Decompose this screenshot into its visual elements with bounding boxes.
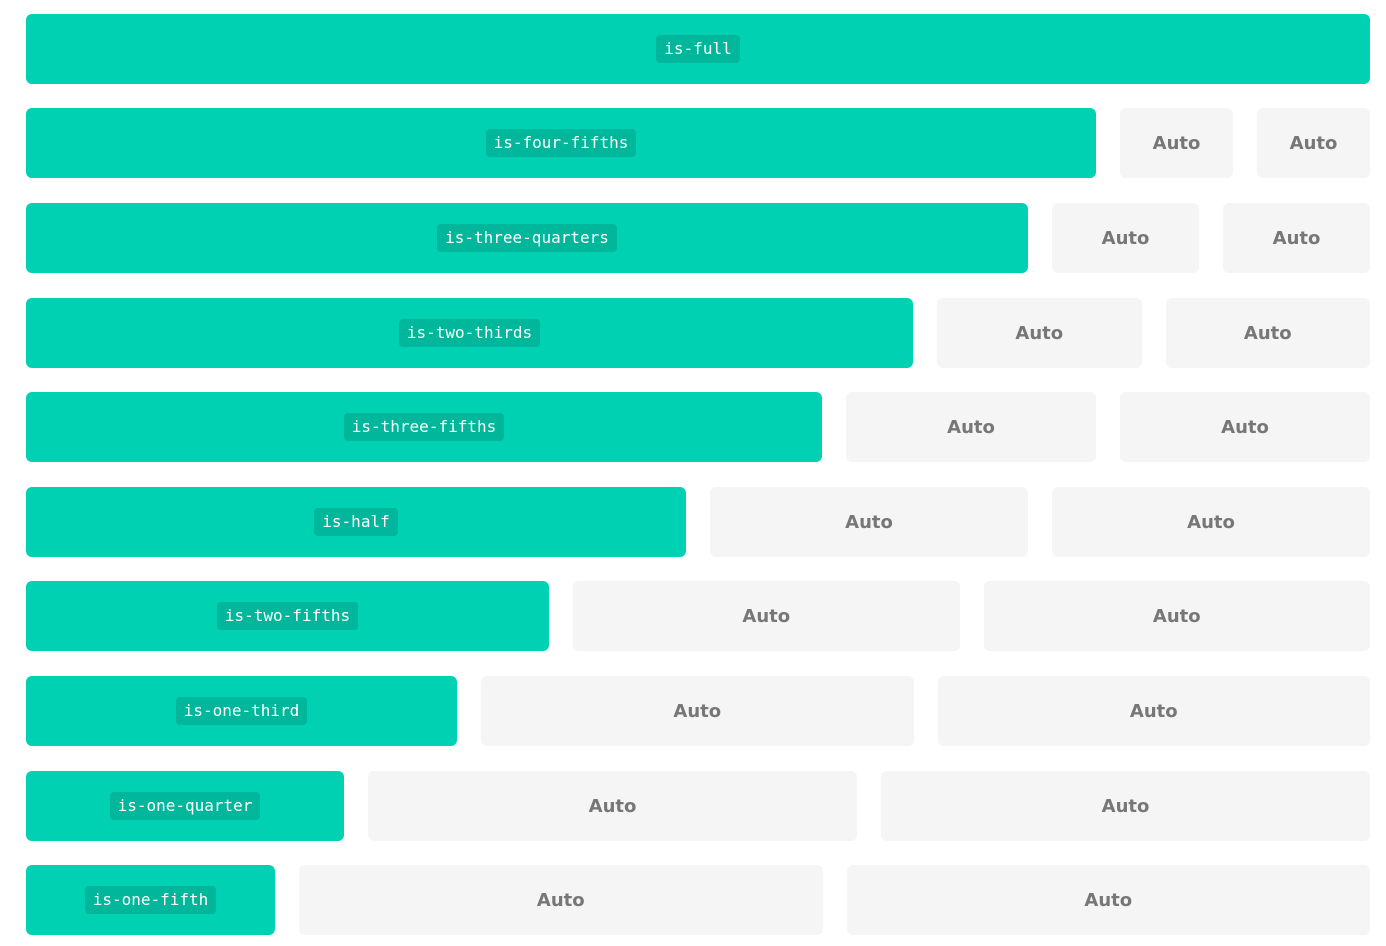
auto-label: Auto [1289, 132, 1338, 154]
columns-row-four-fifths: is-four-fifths Auto Auto [26, 108, 1370, 178]
column-class-label: is-four-fifths [485, 129, 637, 157]
columns-row-one-third: is-one-third Auto Auto [26, 676, 1370, 746]
column-class-label: is-two-fifths [216, 602, 359, 630]
columns-row-two-fifths: is-two-fifths Auto Auto [26, 581, 1370, 651]
column-auto: Auto [937, 676, 1370, 746]
column-is-one-fifth: is-one-fifth [26, 865, 275, 935]
auto-label: Auto [588, 795, 637, 817]
column-class-label: is-one-fifth [84, 886, 217, 914]
column-class-label: is-full [656, 35, 740, 63]
auto-label: Auto [947, 416, 995, 438]
column-class-label: is-one-quarter [109, 792, 261, 820]
auto-label: Auto [536, 889, 585, 911]
column-auto: Auto [1165, 298, 1370, 368]
column-auto: Auto [299, 865, 823, 935]
column-auto: Auto [846, 865, 1370, 935]
auto-label: Auto [1243, 322, 1292, 344]
auto-label: Auto [1187, 511, 1235, 533]
column-is-one-third: is-one-third [26, 676, 457, 746]
column-auto: Auto [368, 771, 857, 841]
auto-label: Auto [1221, 416, 1269, 438]
column-class-label: is-two-thirds [398, 319, 541, 347]
column-auto: Auto [1257, 108, 1370, 178]
auto-label: Auto [1015, 322, 1064, 344]
column-is-half: is-half [26, 487, 686, 557]
auto-label: Auto [1152, 132, 1201, 154]
column-is-two-thirds: is-two-thirds [26, 298, 913, 368]
columns-row-three-quarters: is-three-quarters Auto Auto [26, 203, 1370, 273]
columns-row-half: is-half Auto Auto [26, 487, 1370, 557]
auto-label: Auto [1272, 227, 1321, 249]
auto-label: Auto [1101, 795, 1150, 817]
auto-label: Auto [1101, 227, 1150, 249]
column-auto: Auto [881, 771, 1370, 841]
column-auto: Auto [481, 676, 914, 746]
column-auto: Auto [983, 581, 1370, 651]
column-auto: Auto [1052, 203, 1199, 273]
columns-row-one-fifth: is-one-fifth Auto Auto [26, 865, 1370, 935]
auto-label: Auto [845, 511, 893, 533]
column-auto: Auto [1052, 487, 1370, 557]
column-auto: Auto [937, 298, 1142, 368]
column-auto: Auto [1223, 203, 1370, 273]
column-class-label: is-one-third [175, 697, 308, 725]
column-auto: Auto [573, 581, 960, 651]
auto-label: Auto [1084, 889, 1133, 911]
column-auto: Auto [710, 487, 1028, 557]
column-class-label: is-three-quarters [437, 224, 617, 252]
auto-label: Auto [1129, 700, 1178, 722]
columns-row-full: is-full [26, 14, 1370, 84]
auto-label: Auto [673, 700, 722, 722]
column-is-full: is-full [26, 14, 1370, 84]
columns-row-three-fifths: is-three-fifths Auto Auto [26, 392, 1370, 462]
column-class-label: is-half [314, 508, 398, 536]
column-is-three-fifths: is-three-fifths [26, 392, 822, 462]
column-is-two-fifths: is-two-fifths [26, 581, 549, 651]
column-is-three-quarters: is-three-quarters [26, 203, 1028, 273]
columns-demo: is-full is-four-fifths Auto Auto is-thre… [0, 0, 1386, 946]
column-is-one-quarter: is-one-quarter [26, 771, 344, 841]
column-auto: Auto [1120, 108, 1233, 178]
columns-row-one-quarter: is-one-quarter Auto Auto [26, 771, 1370, 841]
column-class-label: is-three-fifths [343, 413, 505, 441]
auto-label: Auto [742, 605, 791, 627]
auto-label: Auto [1152, 605, 1201, 627]
column-auto: Auto [846, 392, 1096, 462]
columns-row-two-thirds: is-two-thirds Auto Auto [26, 298, 1370, 368]
column-is-four-fifths: is-four-fifths [26, 108, 1096, 178]
column-auto: Auto [1120, 392, 1370, 462]
